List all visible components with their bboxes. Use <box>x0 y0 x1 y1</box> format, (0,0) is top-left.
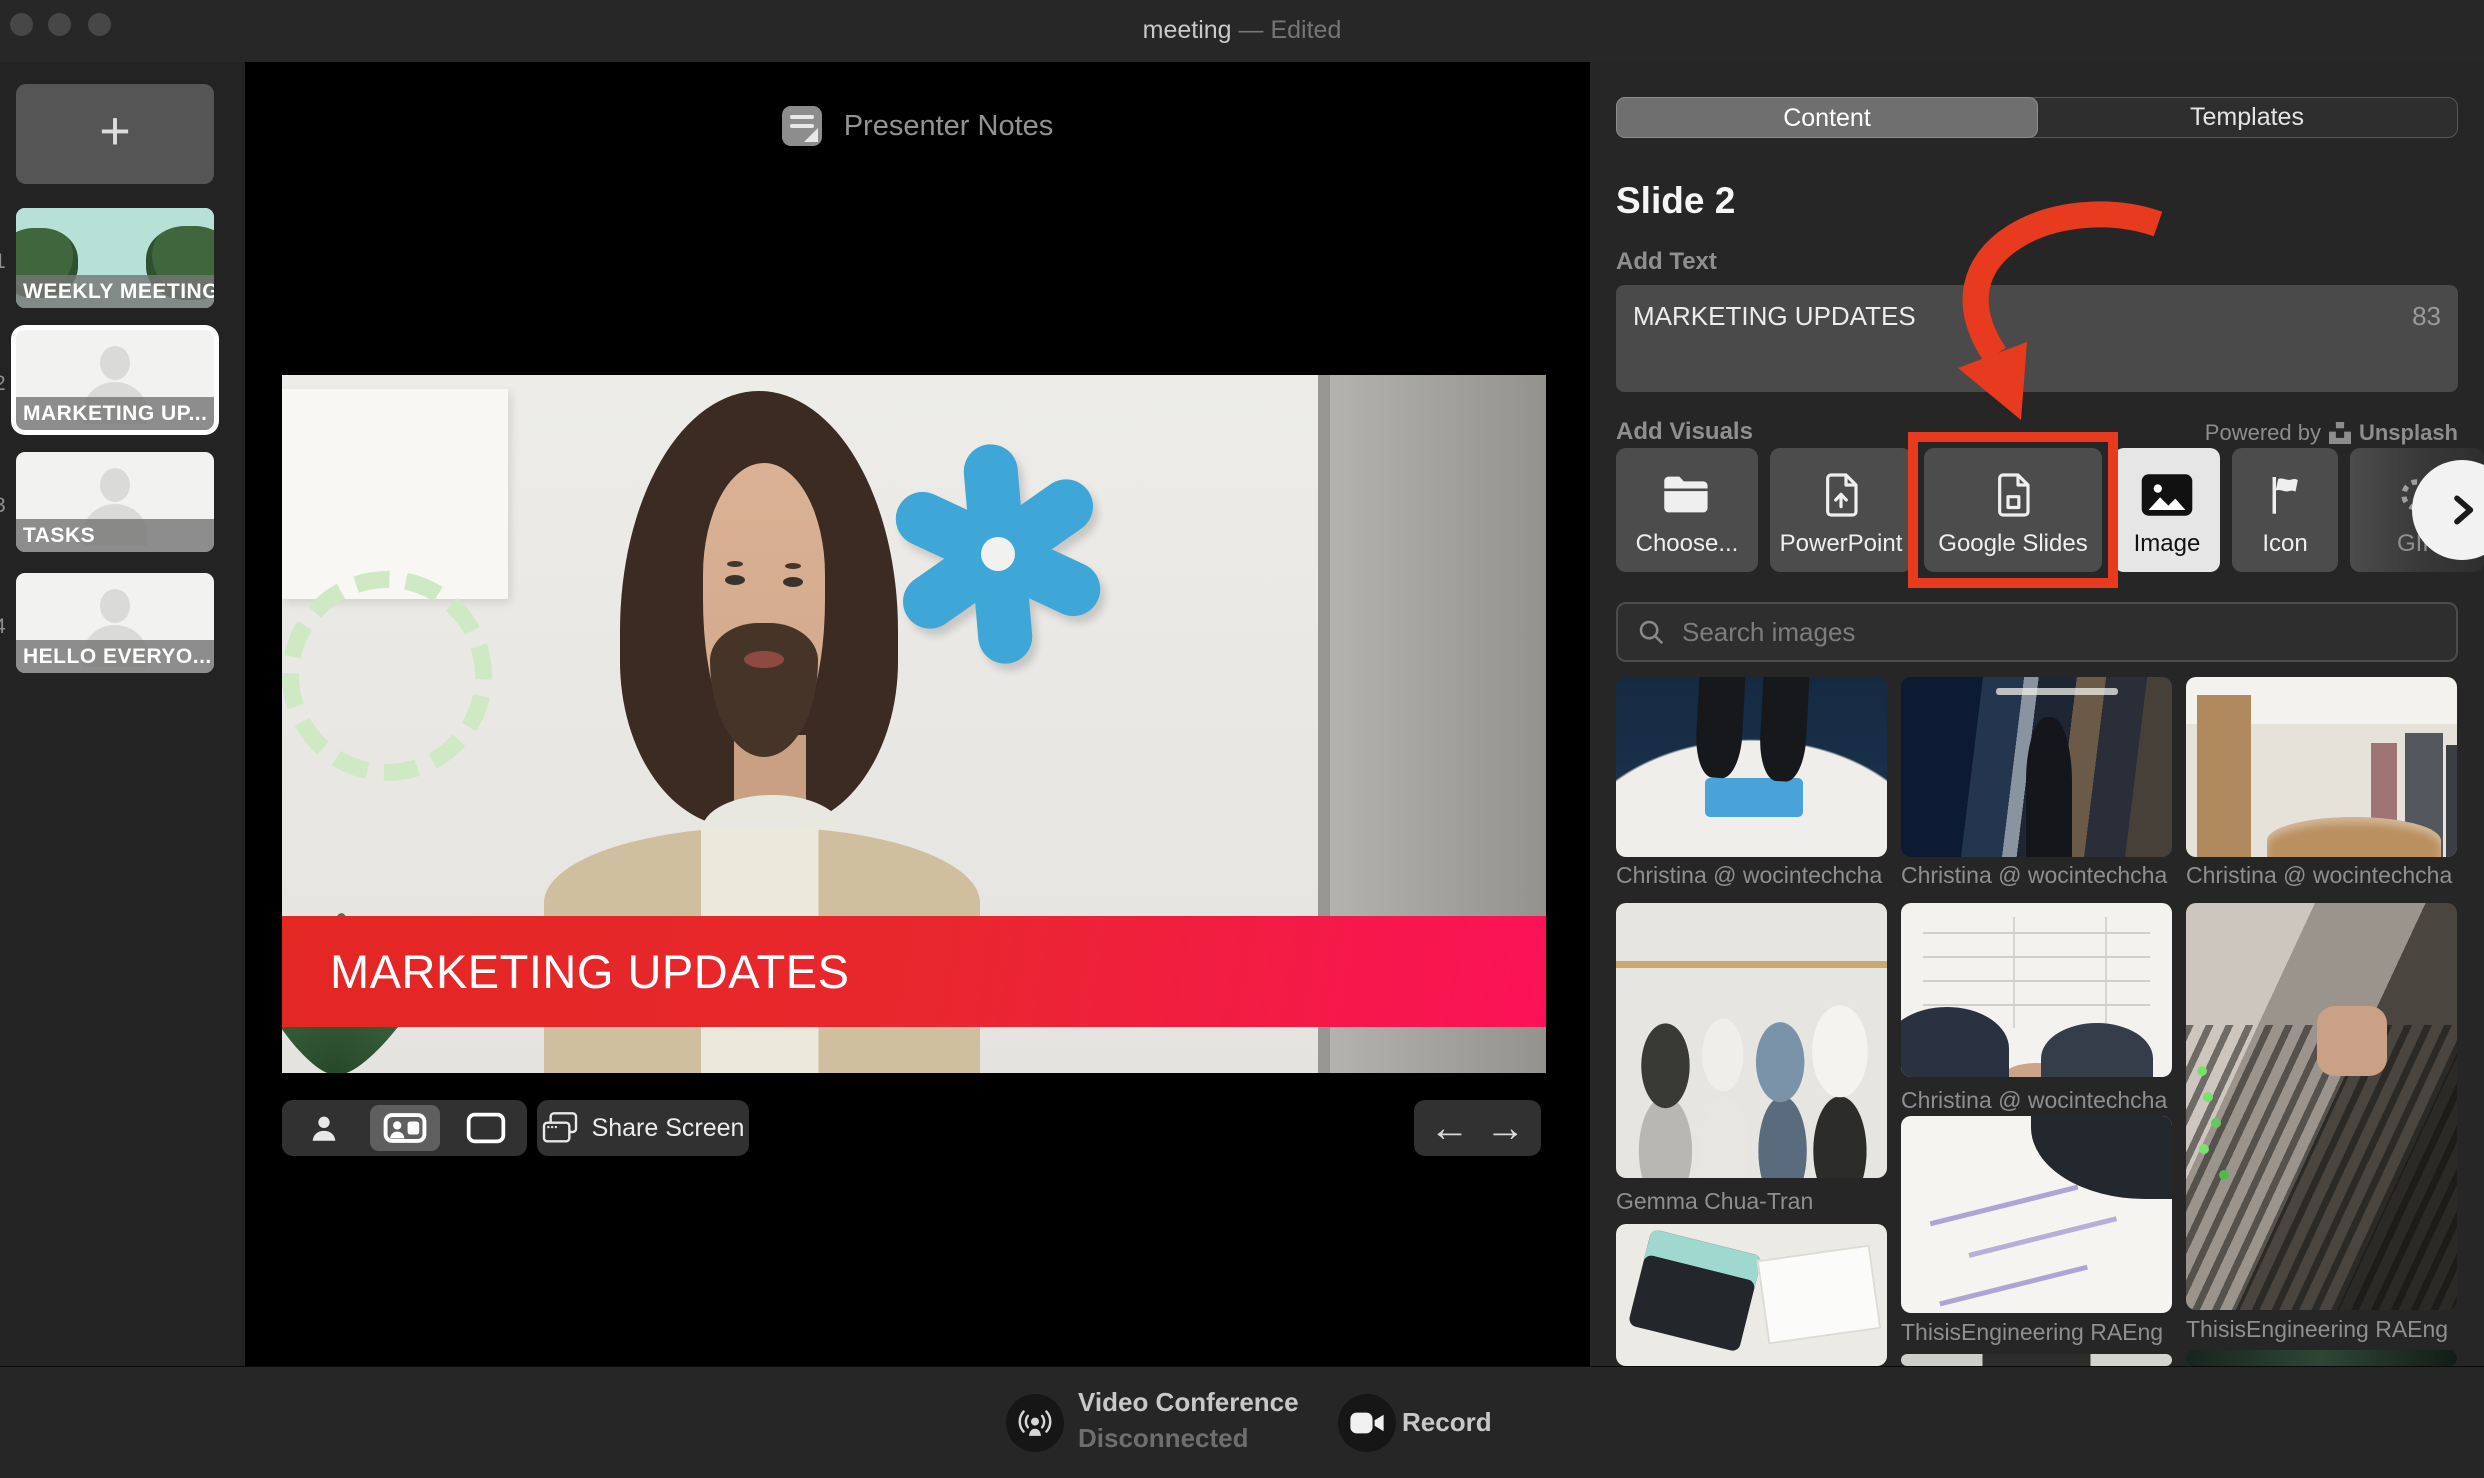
add-visuals-label: Add Visuals <box>1616 418 1753 446</box>
video-conference-status-block[interactable]: Video Conference Disconnected <box>1078 1387 1299 1454</box>
search-icon <box>1636 617 1666 647</box>
powered-by-text: Powered by <box>2205 420 2321 446</box>
photo-thumbnail[interactable] <box>1901 903 2172 1077</box>
edited-badge: — Edited <box>1239 16 1342 44</box>
slide-number: 1 <box>0 250 14 274</box>
slide-thumbnail-label: WEEKLY MEETING <box>16 275 214 308</box>
layout-person-only-button[interactable] <box>287 1100 361 1156</box>
tab-templates[interactable]: Templates <box>2037 98 2457 137</box>
slide-thumbnail-label: HELLO EVERYO... <box>16 640 214 673</box>
character-count: 83 <box>2412 301 2441 332</box>
slide-thumbnail-weekly-meeting[interactable]: WEEKLY MEETING <box>16 208 214 308</box>
photo-credit[interactable]: Christina @ wocintechcha <box>1901 862 2172 889</box>
photo-thumbnail[interactable] <box>1901 677 2172 857</box>
photo-credit[interactable]: Christina @ wocintechcha <box>1901 1087 2172 1114</box>
photo-credit[interactable]: Christina @ wocintechcha <box>1616 862 1887 889</box>
person-and-slide-icon <box>383 1112 427 1144</box>
flag-icon <box>2232 470 2338 520</box>
photo-thumbnail[interactable] <box>1616 677 1887 857</box>
search-images-input[interactable] <box>1680 616 2438 649</box>
share-screen-icon <box>542 1111 578 1145</box>
slide-thumbnail-tasks[interactable]: TASKS <box>16 452 214 552</box>
image-icon <box>2114 470 2220 520</box>
photo-credit[interactable]: ThisisEngineering RAEng <box>1901 1319 2172 1346</box>
chevron-right-icon <box>2442 490 2482 530</box>
share-screen-label: Share Screen <box>592 1114 745 1143</box>
photo-thumbnail[interactable] <box>2186 903 2457 1310</box>
plus-icon: + <box>99 101 131 161</box>
photo-thumbnail[interactable] <box>1616 903 1887 1178</box>
tab-content[interactable]: Content <box>1616 97 2038 138</box>
record-button[interactable] <box>1338 1394 1396 1452</box>
slide-nav-group: ← → <box>1414 1100 1541 1156</box>
video-conference-status: Disconnected <box>1078 1423 1299 1454</box>
slide-thumbnail-marketing-updates[interactable]: MARKETING UP... <box>16 330 214 430</box>
record-label: Record <box>1402 1407 1492 1438</box>
photo-thumbnail[interactable] <box>2186 677 2457 857</box>
powerpoint-button[interactable]: PowerPoint <box>1770 448 1912 572</box>
image-search-bar <box>1616 602 2458 662</box>
unsplash-label: Unsplash <box>2359 420 2458 446</box>
slide-thumbnail-hello-everyone[interactable]: HELLO EVERYO... <box>16 573 214 673</box>
slide-number: 3 <box>0 494 14 518</box>
bottom-toolbar: Video Conference Disconnected Record <box>0 1366 2484 1478</box>
photo-thumbnail[interactable] <box>2186 1350 2457 1366</box>
previous-slide-button[interactable]: ← <box>1430 1106 1470 1151</box>
presenter-notes-toggle[interactable]: Presenter Notes <box>245 102 1590 150</box>
video-conference-button[interactable] <box>1006 1394 1064 1452</box>
photo-thumbnail[interactable] <box>1616 1224 1887 1366</box>
whiteboard-decor <box>282 389 508 599</box>
slide-text-field[interactable]: MARKETING UPDATES 83 <box>1616 285 2458 392</box>
photo-credit[interactable]: Christina @ wocintechcha <box>2186 862 2457 889</box>
presenter-video: MARKETING UPDATES <box>282 375 1546 1073</box>
next-slide-button[interactable]: → <box>1485 1106 1525 1151</box>
annotation-highlight-box <box>1908 432 2118 588</box>
blue-asterisk-decor <box>883 439 1113 669</box>
unsplash-logo-icon <box>2329 422 2351 444</box>
add-slide-button[interactable]: + <box>16 84 214 184</box>
icon-button[interactable]: Icon <box>2232 448 2338 572</box>
app-window: meeting — Edited + 1 WEEKLY MEETING 2 MA… <box>0 0 2484 1478</box>
layout-slide-only-button[interactable] <box>449 1100 523 1156</box>
panel-tab-bar: Content Templates <box>1616 97 2458 138</box>
share-screen-button[interactable]: Share Screen <box>537 1100 749 1156</box>
slide-sidebar: + 1 WEEKLY MEETING 2 MARKETING UP... 3 T… <box>0 62 245 1366</box>
broadcast-icon <box>1015 1405 1055 1441</box>
frame-icon <box>466 1112 506 1144</box>
folder-icon <box>1616 470 1758 520</box>
photo-thumbnail[interactable] <box>1901 1116 2172 1313</box>
choose-file-button[interactable]: Choose... <box>1616 448 1758 572</box>
title-bar: meeting — Edited <box>0 0 2484 62</box>
slide-number: 4 <box>0 615 14 639</box>
slide-thumbnail-label: TASKS <box>16 519 214 552</box>
asterisk-center-dot <box>981 537 1015 571</box>
video-camera-icon <box>1349 1410 1385 1436</box>
add-text-label: Add Text <box>1616 248 1717 276</box>
video-conference-label: Video Conference <box>1078 1387 1299 1418</box>
banner-title: MARKETING UPDATES <box>330 916 849 1027</box>
slide-number: 2 <box>0 372 14 396</box>
photo-credit[interactable]: Gemma Chua-Tran <box>1616 1188 1887 1215</box>
layout-toggle-group <box>282 1100 527 1156</box>
image-button[interactable]: Image <box>2114 448 2220 572</box>
slide-thumbnail-label: MARKETING UP... <box>16 397 214 430</box>
photo-thumbnail[interactable] <box>1901 1354 2172 1366</box>
presentation-stage: Presenter Notes <box>245 62 1590 1366</box>
lower-third-banner: MARKETING UPDATES <box>282 916 1546 1027</box>
content-panel: Content Templates Slide 2 Add Text MARKE… <box>1590 62 2484 1366</box>
person-icon <box>307 1111 341 1145</box>
slide-text-value: MARKETING UPDATES <box>1633 301 1916 332</box>
layout-person-and-slide-button[interactable] <box>370 1105 440 1151</box>
presenter-notes-label: Presenter Notes <box>844 110 1054 143</box>
file-upload-icon <box>1770 470 1912 520</box>
document-name: meeting <box>1143 16 1232 44</box>
slide-heading: Slide 2 <box>1616 180 1735 222</box>
photo-credit[interactable]: ThisisEngineering RAEng <box>2186 1316 2457 1343</box>
notes-icon <box>782 106 822 146</box>
window-title: meeting — Edited <box>0 16 2484 45</box>
